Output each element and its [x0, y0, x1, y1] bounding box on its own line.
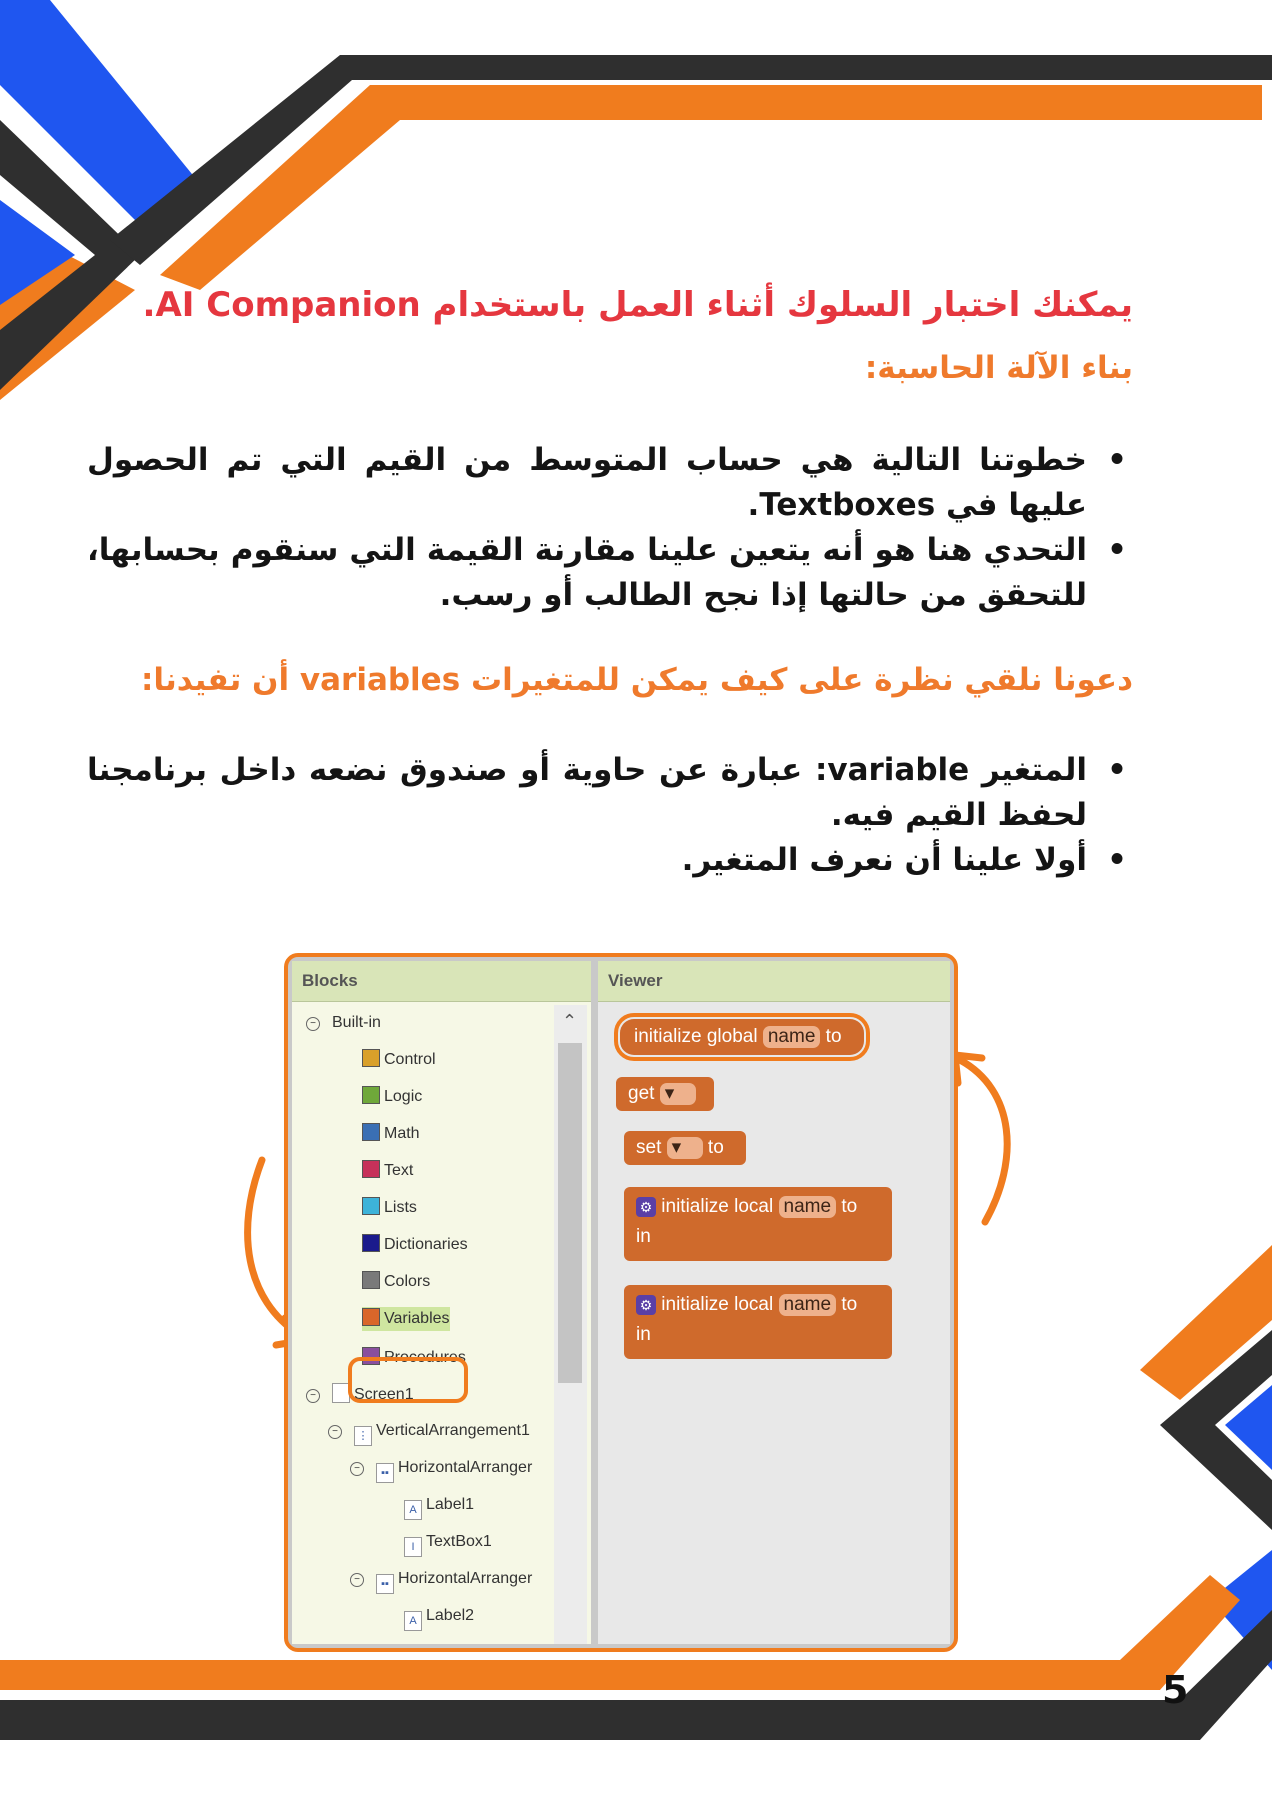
bullet-list-1: • خطوتنا التالية هي حساب المتوسط من القيم…: [87, 438, 1133, 618]
blocks-panel: Blocks − Built-in Control Logic Math Text…: [292, 961, 591, 1644]
color-swatch-icon: [362, 1271, 380, 1289]
tree-builtin[interactable]: − Built-in: [306, 1011, 381, 1035]
block-label: to: [825, 1026, 842, 1047]
variable-name-field[interactable]: name: [778, 1294, 837, 1316]
bullet-list-2: • المتغير variable: عبارة عن حاوية أو صند…: [87, 748, 1133, 883]
variable-dropdown[interactable]: ▾: [659, 1083, 696, 1105]
list-item: • المتغير variable: عبارة عن حاوية أو صند…: [87, 752, 1127, 833]
arrangement-icon: ▪▪: [376, 1463, 394, 1483]
block-get[interactable]: get ▾: [616, 1077, 714, 1111]
tree-label1[interactable]: A Label1: [404, 1493, 475, 1520]
collapse-icon[interactable]: −: [306, 1389, 320, 1403]
block-label: to: [707, 1137, 724, 1158]
block-label: initialize local: [661, 1294, 774, 1315]
category-text[interactable]: Text: [362, 1159, 413, 1183]
right-arrow: [956, 1056, 1011, 1226]
list-item: • أولا علينا أن نعرف المتغير.: [681, 842, 1127, 878]
category-variables[interactable]: Variables: [362, 1307, 450, 1331]
list-item-text: المتغير variable: عبارة عن حاوية أو صندو…: [87, 752, 1087, 833]
block-in-label: in: [636, 1324, 651, 1345]
color-swatch-icon: [362, 1049, 380, 1067]
list-item-text: أولا علينا أن نعرف المتغير.: [681, 842, 1087, 878]
arrangement-icon: ▪▪: [376, 1574, 394, 1594]
collapse-icon[interactable]: −: [328, 1425, 342, 1439]
variable-name-field[interactable]: name: [778, 1196, 837, 1218]
section-title: بناء الآلة الحاسبة:: [864, 350, 1133, 386]
color-swatch-icon: [362, 1197, 380, 1215]
block-label: get: [628, 1083, 655, 1104]
blocks-scrollbar[interactable]: ⌃: [554, 1005, 587, 1644]
color-swatch-icon: [362, 1234, 380, 1252]
category-logic[interactable]: Logic: [362, 1085, 422, 1109]
tree-label2[interactable]: A Label2: [404, 1604, 475, 1631]
page-number: 5: [1162, 1668, 1189, 1712]
textbox-icon: I: [404, 1537, 422, 1557]
label-icon: A: [404, 1500, 422, 1520]
scrollbar-thumb[interactable]: [558, 1043, 582, 1383]
tree-textbox1[interactable]: I TextBox1: [404, 1530, 492, 1557]
collapse-icon[interactable]: −: [350, 1462, 364, 1476]
gear-icon[interactable]: ⚙: [636, 1295, 656, 1315]
block-label: to: [841, 1196, 858, 1217]
component-label: VerticalArrangement1: [376, 1422, 530, 1439]
list-item-text: التحدي هنا هو أنه يتعين علينا مقارنة الق…: [87, 532, 1087, 613]
headline: يمكنك اختبار السلوك أثناء العمل باستخدام…: [142, 285, 1133, 325]
block-initialize-global[interactable]: initialize global name to: [614, 1013, 870, 1061]
component-label: HorizontalArranger: [398, 1570, 533, 1587]
list-item-text: خطوتنا التالية هي حساب المتوسط من القيم …: [87, 442, 1087, 523]
block-initialize-local[interactable]: ⚙ initialize local name to in: [624, 1187, 892, 1261]
deco-orange-band-top: [160, 85, 1262, 290]
block-in-label: in: [636, 1226, 651, 1247]
collapse-icon[interactable]: −: [350, 1573, 364, 1587]
category-math[interactable]: Math: [362, 1122, 420, 1146]
component-label: HorizontalArranger: [398, 1459, 533, 1476]
category-label: Math: [384, 1125, 420, 1142]
color-swatch-icon: [362, 1086, 380, 1104]
block-label: initialize local: [661, 1196, 774, 1217]
tree-horizontal-arrangement[interactable]: − ▪▪ HorizontalArranger: [350, 1567, 533, 1594]
category-label: Control: [384, 1051, 436, 1068]
color-swatch-icon: [362, 1308, 380, 1326]
tree-horizontal-arrangement[interactable]: − ▪▪ HorizontalArranger: [350, 1456, 533, 1483]
block-label: to: [841, 1294, 858, 1315]
color-swatch-icon: [362, 1160, 380, 1178]
gear-icon[interactable]: ⚙: [636, 1197, 656, 1217]
blocks-tree: − Built-in Control Logic Math Text Lists …: [292, 1005, 552, 1644]
block-label: set: [636, 1137, 662, 1158]
collapse-icon[interactable]: −: [306, 1017, 320, 1031]
component-label: TextBox1: [426, 1533, 492, 1550]
category-label: Variables: [384, 1310, 450, 1327]
viewer-panel: Viewer initialize global name to get ▾ s…: [598, 961, 950, 1644]
category-colors[interactable]: Colors: [362, 1270, 430, 1294]
list-item: • خطوتنا التالية هي حساب المتوسط من القيم…: [87, 442, 1127, 523]
category-label: Lists: [384, 1199, 417, 1216]
tree-vertical-arrangement[interactable]: − ⋮ VerticalArrangement1: [328, 1419, 530, 1446]
section2-title: دعونا نلقي نظرة على كيف يمكن للمتغيرات v…: [141, 662, 1133, 698]
category-control[interactable]: Control: [362, 1048, 436, 1072]
block-set[interactable]: set ▾ to: [624, 1131, 746, 1165]
blocks-header: Blocks: [292, 961, 591, 1002]
variable-name-field[interactable]: name: [762, 1026, 821, 1048]
category-label: Text: [384, 1162, 414, 1179]
tree-builtin-label: Built-in: [332, 1014, 381, 1031]
component-label: Label2: [426, 1607, 475, 1624]
list-item: • التحدي هنا هو أنه يتعين علينا مقارنة ال…: [87, 532, 1127, 613]
viewer-header: Viewer: [598, 961, 950, 1002]
component-label: Label1: [426, 1496, 475, 1513]
category-dictionaries[interactable]: Dictionaries: [362, 1233, 468, 1257]
category-label: Colors: [384, 1273, 431, 1290]
category-label: Dictionaries: [384, 1236, 468, 1253]
block-label: initialize global: [634, 1026, 758, 1047]
arrangement-icon: ⋮: [354, 1426, 372, 1446]
variable-dropdown[interactable]: ▾: [666, 1137, 703, 1159]
chevron-up-icon[interactable]: ⌃: [562, 1011, 577, 1032]
app-inventor-screenshot: Blocks − Built-in Control Logic Math Text…: [284, 953, 958, 1652]
label-icon: A: [404, 1611, 422, 1631]
variables-highlight: [348, 1357, 468, 1403]
color-swatch-icon: [362, 1123, 380, 1141]
category-label: Logic: [384, 1088, 423, 1105]
block-initialize-local[interactable]: ⚙ initialize local name to in: [624, 1285, 892, 1359]
category-lists[interactable]: Lists: [362, 1196, 417, 1220]
